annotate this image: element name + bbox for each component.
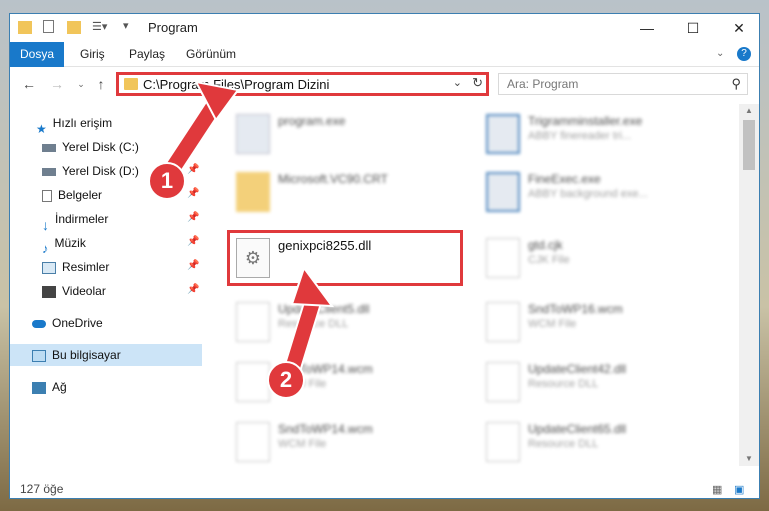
step-badge-1: 1	[148, 162, 186, 200]
annotation-arrows	[158, 80, 335, 380]
arrow-2-head	[290, 265, 335, 308]
step-badge-2: 2	[267, 361, 305, 399]
